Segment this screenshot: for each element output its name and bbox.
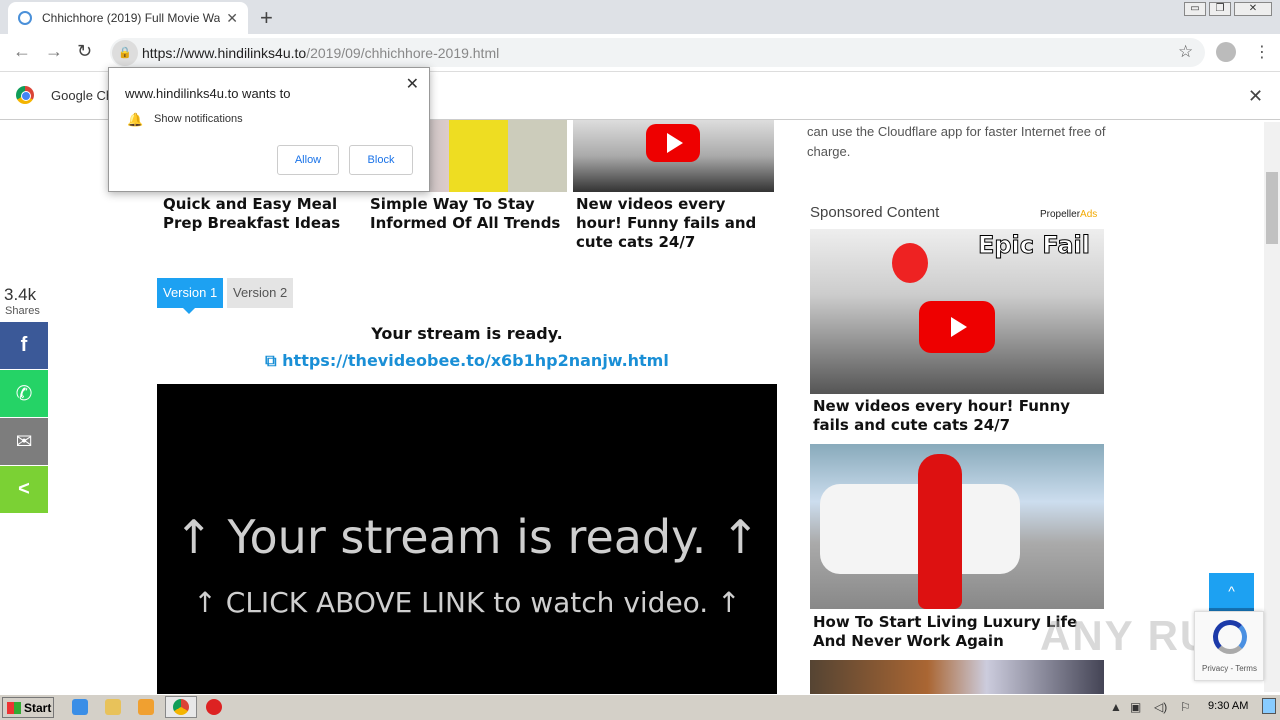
browser-menu-icon[interactable]: ⋮	[1254, 42, 1270, 62]
maximize-button[interactable]: ❐	[1209, 2, 1231, 16]
sponsored-heading: Sponsored Content	[810, 204, 940, 221]
recaptcha-logo-icon	[1213, 620, 1247, 654]
tab-close-icon[interactable]: ✕	[226, 10, 238, 27]
stream-ready-text: Your stream is ready.	[371, 324, 563, 343]
sponsored-ad-title[interactable]: New videos every hour! Funny fails and c…	[813, 397, 1105, 435]
info-bar-text: Google Ch	[51, 88, 114, 103]
url-host: https://www.hindilinks4u.to	[142, 44, 307, 61]
article-title[interactable]: Simple Way To Stay Informed Of All Trend…	[370, 195, 570, 233]
start-button[interactable]: Start	[2, 697, 54, 718]
balloon-icon	[892, 243, 928, 283]
tab-title: Chhichhore (2019) Full Movie Watch	[42, 11, 221, 25]
back-to-top-button[interactable]: ^	[1209, 573, 1254, 611]
stream-link-url[interactable]: https://thevideobee.to/x6b1hp2nanjw.html	[282, 351, 669, 370]
whatsapp-share-button[interactable]: ✆	[0, 370, 48, 417]
share-label: Shares	[5, 305, 40, 317]
external-link-icon: ⧉	[265, 351, 283, 370]
minimize-button[interactable]: ▭	[1184, 2, 1206, 16]
sponsored-ad-thumbnail[interactable]	[810, 660, 1104, 694]
bell-icon: 🔔	[127, 112, 144, 127]
whatsapp-icon: ✆	[15, 383, 33, 405]
start-label: Start	[24, 700, 52, 715]
popup-close-icon[interactable]: ✕	[406, 74, 419, 94]
new-tab-button[interactable]: +	[260, 5, 273, 31]
chrome-logo-icon	[16, 86, 34, 104]
popup-permission: Show notifications	[154, 113, 243, 125]
address-bar[interactable]: 🔒 https://www.hindilinks4u.to /2019/09/c…	[110, 38, 1205, 67]
notification-permission-popup: www.hindilinks4u.to wants to 🔔 Show noti…	[108, 67, 430, 192]
loading-spinner-icon	[18, 11, 32, 25]
tab-version-2[interactable]: Version 2	[227, 278, 294, 308]
email-share-button[interactable]: ✉	[0, 418, 48, 465]
propeller-ads-text: Ads	[1080, 209, 1098, 220]
red-dress-figure	[918, 454, 962, 609]
recaptcha-terms[interactable]: Privacy - Terms	[1202, 664, 1257, 673]
block-button[interactable]: Block	[349, 145, 413, 175]
scrollbar-thumb[interactable]	[1266, 172, 1278, 244]
media-player-icon[interactable]	[138, 699, 154, 715]
tab-version-1[interactable]: Version 1	[157, 278, 224, 314]
bookmark-star-icon[interactable]: ☆	[1178, 42, 1193, 62]
facebook-icon: f	[20, 334, 28, 356]
cloudflare-text: can use the Cloudflare app for faster In…	[807, 124, 1106, 159]
browser-tab[interactable]: Chhichhore (2019) Full Movie Watch ✕	[8, 2, 248, 34]
show-desktop-icon[interactable]	[1262, 698, 1276, 714]
propeller-ads-logo[interactable]: PropellerAds	[1040, 209, 1097, 220]
close-window-button[interactable]: ✕	[1234, 2, 1272, 16]
stop-icon[interactable]	[206, 699, 222, 715]
article-title[interactable]: Quick and Easy Meal Prep Breakfast Ideas	[163, 195, 363, 233]
lock-icon[interactable]: 🔒	[112, 39, 138, 66]
taskbar-clock: 9:30 AM	[1208, 700, 1249, 712]
chrome-icon	[173, 699, 189, 715]
article-title[interactable]: New videos every hour! Funny fails and c…	[576, 195, 776, 252]
windows-logo-icon	[7, 701, 21, 714]
forward-button[interactable]: →	[45, 41, 63, 62]
youtube-play-icon[interactable]	[646, 124, 700, 162]
tray-arrow-icon[interactable]: ▲	[1110, 700, 1122, 714]
share-icon: <	[18, 478, 30, 500]
player-message-line1: ↑ Your stream is ready. ↑	[174, 510, 760, 564]
back-button[interactable]: ←	[13, 41, 31, 62]
network-icon[interactable]: ▣	[1130, 700, 1141, 714]
article-thumbnail[interactable]	[573, 120, 774, 192]
allow-button[interactable]: Allow	[277, 145, 339, 175]
sponsored-ad-thumbnail[interactable]: Epic Fail	[810, 229, 1104, 394]
generic-share-button[interactable]: <	[0, 466, 48, 513]
recaptcha-badge[interactable]: Privacy - Terms	[1194, 611, 1264, 681]
internet-explorer-icon[interactable]	[72, 699, 88, 715]
stream-link[interactable]: ⧉ https://thevideobee.to/x6b1hp2nanjw.ht…	[157, 351, 777, 371]
volume-icon[interactable]: ◁)	[1154, 700, 1167, 714]
action-center-flag-icon[interactable]: ⚐	[1180, 700, 1191, 714]
facebook-share-button[interactable]: f	[0, 322, 48, 369]
sponsored-ad-thumbnail[interactable]	[810, 444, 1104, 609]
player-message-line2: ↑ CLICK ABOVE LINK to watch video. ↑	[193, 586, 741, 619]
ad-overlay-text: Epic Fail	[977, 231, 1090, 260]
file-explorer-icon[interactable]	[105, 699, 121, 715]
propeller-text: Propeller	[1040, 209, 1081, 220]
reload-button[interactable]: ↻	[77, 41, 92, 62]
url-path: /2019/09/chhichhore-2019.html	[306, 44, 500, 61]
info-bar-close-icon[interactable]: ✕	[1248, 86, 1263, 107]
profile-avatar[interactable]	[1216, 42, 1236, 62]
youtube-play-icon[interactable]	[919, 301, 995, 353]
email-icon: ✉	[15, 431, 33, 453]
popup-question: www.hindilinks4u.to wants to	[125, 86, 291, 101]
share-count: 3.4k	[4, 285, 37, 304]
chrome-taskbar-button[interactable]	[165, 696, 197, 718]
